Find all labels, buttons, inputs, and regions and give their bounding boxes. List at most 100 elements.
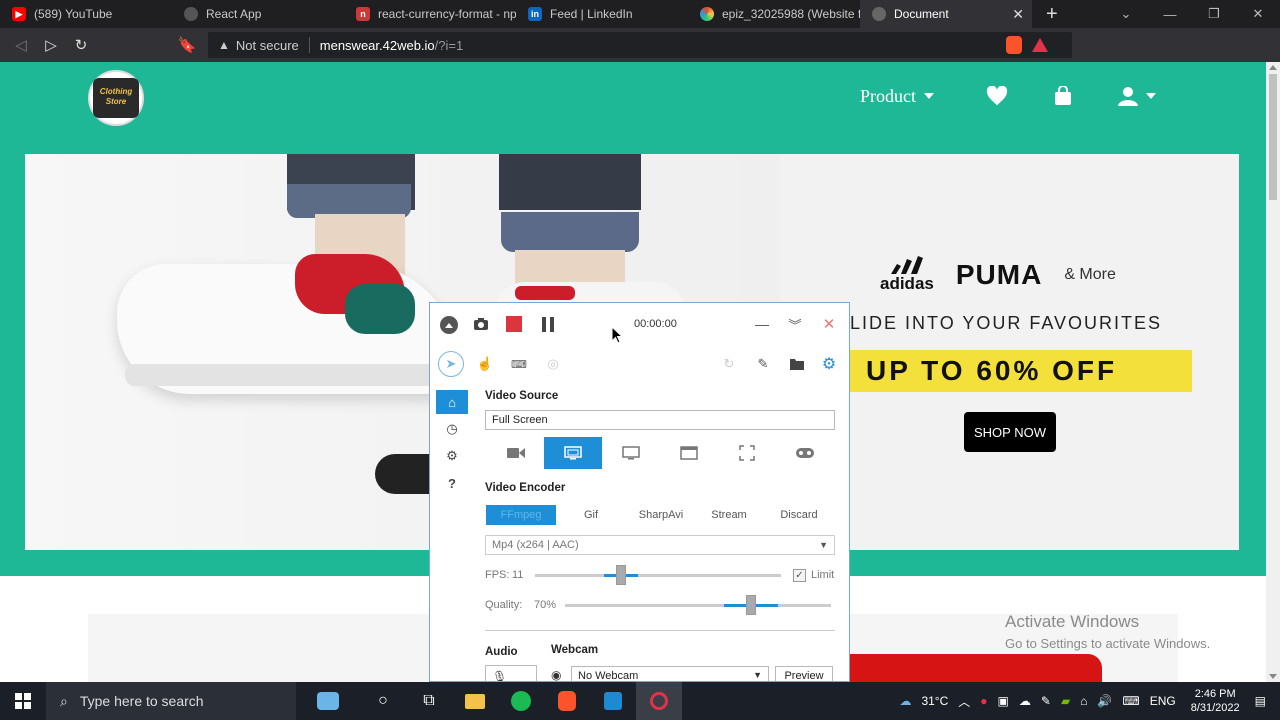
- close-tab-icon[interactable]: ✕: [1012, 6, 1024, 23]
- brave-rewards-icon[interactable]: [1032, 38, 1048, 52]
- hand-click-icon[interactable]: ☝: [472, 351, 498, 377]
- fps-slider-thumb[interactable]: [616, 565, 627, 585]
- tab-search-icon[interactable]: ⌄: [1104, 0, 1148, 28]
- camera-icon[interactable]: [472, 315, 490, 333]
- task-view-icon[interactable]: ⧉: [406, 682, 452, 720]
- limit-checkbox[interactable]: ✓: [793, 569, 806, 582]
- chevron-up-icon[interactable]: ︿: [958, 693, 970, 710]
- audio-device-select[interactable]: 🎙: [485, 665, 537, 682]
- page-scrollbar[interactable]: [1266, 62, 1280, 682]
- recorder-app-icon[interactable]: [636, 682, 682, 720]
- tab-youtube[interactable]: ▶ (589) YouTube: [0, 0, 172, 28]
- window-icon[interactable]: [660, 437, 718, 469]
- video-source-field[interactable]: Full Screen: [485, 410, 835, 430]
- weather-text[interactable]: 31°C: [921, 694, 948, 708]
- widgets-icon[interactable]: [296, 682, 360, 720]
- stop-record-icon[interactable]: [506, 316, 522, 332]
- webcam-preview-button[interactable]: Preview: [775, 666, 833, 681]
- pen-tray-icon[interactable]: ✎: [1041, 694, 1051, 708]
- network-icon[interactable]: ⌂: [1080, 694, 1087, 708]
- encoder-tab-stream[interactable]: Stream: [696, 505, 762, 525]
- quality-slider-thumb[interactable]: [746, 595, 757, 615]
- settings-icon[interactable]: ⚙: [436, 444, 468, 468]
- collapse-icon[interactable]: [440, 316, 458, 334]
- promo-red-button[interactable]: [818, 654, 1102, 682]
- nav-product[interactable]: Product: [860, 84, 934, 108]
- keyboard-layout-icon[interactable]: ⌨: [1122, 694, 1139, 708]
- brave-shields-icon[interactable]: [1006, 36, 1022, 54]
- clock-time: 2:46 PM: [1194, 688, 1236, 700]
- clock[interactable]: 2:46 PM 8/31/2022: [1191, 687, 1240, 715]
- taskbar-search[interactable]: ⌕ Type here to search: [46, 682, 296, 720]
- history-icon[interactable]: ◷: [436, 417, 468, 441]
- tab-npm[interactable]: n react-currency-format - np: [344, 0, 516, 28]
- tab-document[interactable]: Document ✕: [860, 0, 1032, 28]
- tray-app-icon[interactable]: ▣: [998, 694, 1009, 708]
- spotify-icon[interactable]: [498, 682, 544, 720]
- refresh-icon[interactable]: ↻: [716, 351, 742, 377]
- fps-slider-track[interactable]: [535, 574, 781, 577]
- site-logo[interactable]: Clothing Store: [88, 70, 144, 126]
- user-menu[interactable]: [1118, 84, 1156, 108]
- full-screen-source-button[interactable]: [544, 437, 602, 469]
- keyboard-icon[interactable]: ⌨: [506, 351, 532, 377]
- encoder-tab-sharpavi[interactable]: SharpAvi: [626, 505, 696, 525]
- notifications-icon[interactable]: ▤: [1255, 694, 1266, 708]
- minimize-icon[interactable]: —: [753, 315, 771, 333]
- restore-button[interactable]: ❐: [1192, 0, 1236, 28]
- region-icon[interactable]: [718, 437, 776, 469]
- gamepad-icon[interactable]: [776, 437, 834, 469]
- reload-button[interactable]: ↻: [66, 28, 96, 62]
- system-tray: ☁ 31°C ︿ ● ▣ ☁ ✎ ▰ ⌂ 🔊 ⌨ ENG 2:46 PM 8/3…: [894, 682, 1280, 720]
- brave-browser-icon[interactable]: [544, 682, 590, 720]
- minimize-button[interactable]: —: [1148, 0, 1192, 28]
- scroll-up-icon[interactable]: [1269, 65, 1277, 70]
- npm-icon: n: [356, 7, 370, 21]
- double-chevron-down-icon[interactable]: ︾: [786, 315, 804, 333]
- nvidia-icon[interactable]: ▰: [1061, 694, 1070, 708]
- microphone-icon: 🎙: [492, 670, 508, 682]
- activate-title: Activate Windows: [1005, 612, 1140, 631]
- pause-icon[interactable]: [541, 316, 555, 332]
- tab-title: (589) YouTube: [34, 7, 113, 21]
- record-tray-icon[interactable]: ●: [980, 694, 987, 708]
- webcam-select[interactable]: No Webcam ▼: [571, 666, 769, 681]
- settings-gear-icon[interactable]: ⚙: [816, 351, 842, 377]
- cursor-icon[interactable]: ➤: [438, 351, 464, 377]
- back-button[interactable]: ◁: [6, 28, 36, 62]
- heart-icon[interactable]: [986, 84, 1008, 108]
- quality-slider-track[interactable]: [565, 604, 831, 607]
- pen-icon[interactable]: ✎: [750, 351, 776, 377]
- video-camera-icon[interactable]: [487, 437, 545, 469]
- encoder-tab-discard[interactable]: Discard: [764, 505, 834, 525]
- language-indicator[interactable]: ENG: [1150, 694, 1176, 708]
- scroll-down-icon[interactable]: [1269, 674, 1277, 679]
- shopping-bag-icon[interactable]: [1054, 84, 1072, 108]
- close-window-button[interactable]: ✕: [1236, 0, 1280, 28]
- close-icon[interactable]: ✕: [820, 315, 838, 333]
- tab-website[interactable]: epiz_32025988 (Website fo: [688, 0, 860, 28]
- new-tab-button[interactable]: +: [1046, 3, 1066, 26]
- tab-linkedin[interactable]: in Feed | LinkedIn: [516, 0, 688, 28]
- volume-icon[interactable]: 🔊: [1097, 694, 1112, 708]
- encoder-tab-gif[interactable]: Gif: [556, 505, 626, 525]
- monitor-icon[interactable]: [602, 437, 660, 469]
- cloud-tray-icon[interactable]: ☁: [1019, 694, 1031, 708]
- windows-start-icon[interactable]: [0, 682, 46, 720]
- forward-button[interactable]: ▷: [36, 28, 66, 62]
- encoder-tab-ffmpeg[interactable]: FFmpeg: [486, 505, 556, 525]
- address-toolbar: ◁ ▷ ↻ 🔖 ▲ Not secure menswear.42web.io /…: [0, 28, 1280, 80]
- codec-select[interactable]: Mp4 (x264 | AAC) ▼: [485, 535, 835, 555]
- vscode-icon[interactable]: [590, 682, 636, 720]
- home-icon[interactable]: ⌂: [436, 390, 468, 414]
- help-icon[interactable]: ?: [436, 471, 468, 495]
- scrollbar-thumb[interactable]: [1269, 74, 1277, 200]
- webcam-overlay-icon[interactable]: ◎: [540, 351, 566, 377]
- cortana-icon[interactable]: ○: [360, 682, 406, 720]
- shop-now-button[interactable]: SHOP NOW: [964, 412, 1056, 452]
- url-bar[interactable]: ▲ Not secure menswear.42web.io /?i=1: [208, 32, 1072, 58]
- file-explorer-icon[interactable]: [452, 682, 498, 720]
- bookmark-icon[interactable]: 🔖: [172, 28, 202, 62]
- tab-react-app[interactable]: React App: [172, 0, 344, 28]
- folder-icon[interactable]: [784, 351, 810, 377]
